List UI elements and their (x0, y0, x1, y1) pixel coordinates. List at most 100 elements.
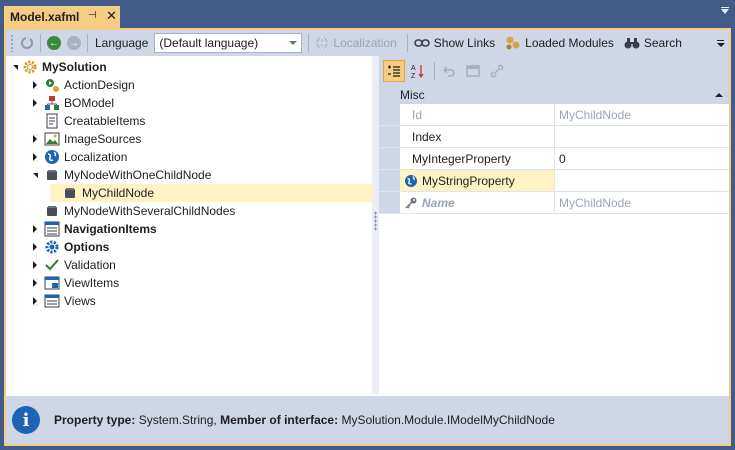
search-button[interactable]: Search (621, 32, 689, 54)
sort-alphabetical-icon: AZ (411, 65, 424, 79)
property-row-myintegerproperty[interactable]: MyIntegerProperty 0 (379, 148, 729, 170)
member-of-interface-label: Member of interface: (220, 413, 339, 427)
forward-button[interactable]: → (64, 32, 84, 54)
tree-node-label: Views (64, 294, 96, 308)
property-category-misc[interactable]: Misc (379, 86, 729, 104)
tree-node-label: MySolution (42, 60, 107, 74)
categorized-view-button[interactable] (383, 60, 405, 82)
property-description: Property type: System.String, Member of … (54, 413, 555, 427)
property-name-selected: MyStringProperty (400, 170, 555, 191)
tree-node-options[interactable]: Options (6, 238, 372, 256)
language-select[interactable]: (Default language) (154, 33, 303, 53)
alphabetical-view-button[interactable]: AZ (407, 60, 429, 82)
expand-icon[interactable] (30, 260, 40, 270)
views-icon (44, 293, 60, 309)
property-value[interactable]: 0 (555, 148, 729, 169)
tree-node-validation[interactable]: Validation (6, 256, 372, 274)
tree-node-mynodewithonechildnode[interactable]: MyNodeWithOneChildNode (6, 166, 372, 184)
expand-icon[interactable] (30, 152, 40, 162)
expand-icon[interactable] (30, 224, 40, 234)
property-row-name[interactable]: Name MyChildNode (379, 192, 729, 214)
property-value[interactable]: MyChildNode (555, 104, 729, 125)
property-row-mystringproperty[interactable]: MyStringProperty (379, 170, 729, 192)
splitter-grip (374, 211, 377, 231)
window-icon (466, 65, 480, 77)
tree-node-bomodel[interactable]: BOModel (6, 94, 372, 112)
tab-list-dropdown-icon[interactable] (721, 9, 729, 14)
property-value[interactable]: MyChildNode (555, 192, 729, 213)
link-icon (490, 64, 504, 78)
expand-icon[interactable] (30, 134, 40, 144)
collapse-icon[interactable] (10, 62, 20, 72)
toolbar-separator (406, 34, 408, 52)
loaded-modules-button[interactable]: Loaded Modules (502, 32, 621, 54)
tree-node-creatableitems[interactable]: CreatableItems (6, 112, 372, 130)
tree-node-label: Localization (64, 150, 128, 164)
back-arrow-icon: ← (47, 36, 61, 50)
language-select-value: (Default language) (159, 36, 259, 50)
expand-icon[interactable] (30, 242, 40, 252)
property-value[interactable] (555, 170, 729, 191)
tree-node-actiondesign[interactable]: ActionDesign (6, 76, 372, 94)
expand-icon[interactable] (30, 80, 40, 90)
tree-node-label: ViewItems (64, 276, 120, 290)
property-name: MyStringProperty (422, 173, 515, 188)
expand-icon[interactable] (30, 278, 40, 288)
property-row-index[interactable]: Index (379, 126, 729, 148)
gear-icon (44, 239, 60, 255)
toolbar-overflow-icon[interactable] (717, 40, 725, 47)
tree-node-viewitems[interactable]: ViewItems (6, 274, 372, 292)
localization-button[interactable]: Localization (312, 32, 403, 54)
property-name: Name (422, 195, 455, 210)
checkmark-icon (44, 257, 60, 273)
property-value[interactable] (555, 126, 729, 147)
tree-root-node[interactable]: MySolution (6, 58, 372, 76)
action-design-icon (44, 77, 60, 93)
refresh-button[interactable] (17, 32, 37, 54)
show-links-button[interactable]: Show Links (411, 32, 502, 54)
property-grid: AZ Misc Id MyChildNode Index MyIntegerPr… (379, 56, 729, 394)
reset-button[interactable] (462, 60, 484, 82)
toolbar-grip[interactable] (10, 34, 14, 52)
expand-icon[interactable] (30, 296, 40, 306)
expand-icon[interactable] (30, 98, 40, 108)
editor-frame: ← → Language (Default language) Localiza… (4, 28, 731, 446)
tree-node-navigationitems[interactable]: NavigationItems (6, 220, 372, 238)
property-rows: Id MyChildNode Index MyIntegerProperty 0 (379, 104, 729, 214)
binoculars-icon (624, 38, 640, 49)
tree-node-localization[interactable]: Localization (6, 148, 372, 166)
forward-arrow-icon: → (67, 36, 81, 50)
property-row-id[interactable]: Id MyChildNode (379, 104, 729, 126)
pane-splitter[interactable] (372, 56, 379, 394)
close-icon[interactable]: ✕ (106, 8, 117, 24)
undo-button[interactable] (438, 60, 460, 82)
tree-node-label: BOModel (64, 96, 115, 110)
key-icon (404, 196, 418, 210)
collapse-icon[interactable] (30, 170, 40, 180)
toolbar-separator (40, 34, 41, 52)
collapse-category-icon[interactable] (715, 93, 723, 97)
property-name-key: Name (400, 192, 555, 213)
link-icon (413, 39, 430, 47)
document-icon (44, 113, 60, 129)
tree-node-mynodewithseveralchildnodes[interactable]: MyNodeWithSeveralChildNodes (6, 202, 372, 220)
chevron-down-icon (289, 41, 298, 45)
navigate-link-button[interactable] (486, 60, 508, 82)
model-editor: ← → Language (Default language) Localiza… (6, 30, 729, 444)
tree-node-imagesources[interactable]: ImageSources (6, 130, 372, 148)
document-tab[interactable]: Model.xafml ⊣ ✕ (4, 6, 120, 28)
tree-node-label: MyChildNode (82, 186, 155, 200)
bo-model-icon (44, 95, 60, 111)
tree-node-label: Validation (64, 258, 116, 272)
info-icon: i (12, 406, 40, 434)
back-button[interactable]: ← (44, 32, 64, 54)
tree-node-mychildnode[interactable]: MyChildNode (6, 184, 372, 202)
search-label: Search (643, 36, 682, 50)
pin-icon[interactable]: ⊣ (88, 10, 97, 21)
property-type-label: Property type: (54, 413, 136, 427)
node-icon (62, 185, 78, 201)
node-icon (44, 203, 60, 219)
view-items-icon (44, 275, 60, 291)
tree-node-views[interactable]: Views (6, 292, 372, 310)
gear-icon (22, 59, 38, 75)
